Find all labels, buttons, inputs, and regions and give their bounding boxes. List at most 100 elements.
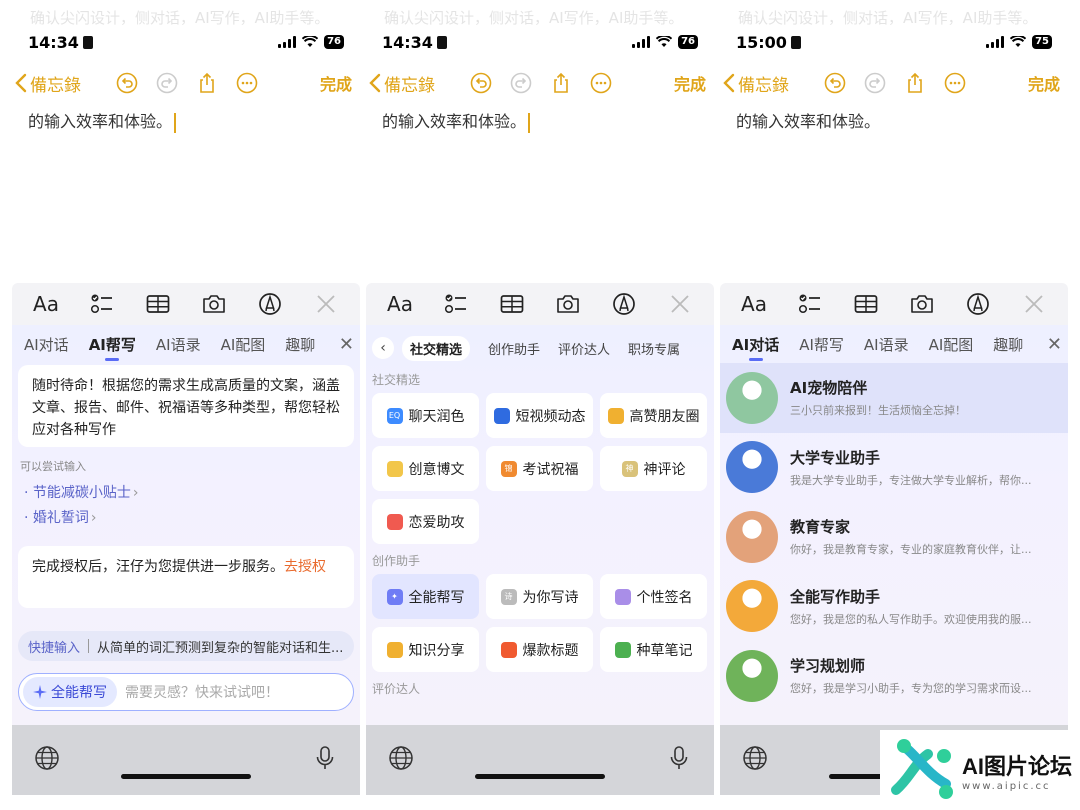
checklist-button[interactable] [441,289,471,319]
quick-input-bar[interactable]: 快捷输入 从简单的词汇预测到复杂的智能对话和生... [18,631,354,661]
more-button[interactable] [589,71,613,95]
markup-button[interactable] [609,289,639,319]
table-button[interactable] [143,289,173,319]
agent-row[interactable]: 大学专业助手 我是大学专业助手，专注做大学专业解析，帮你... [720,433,1068,503]
close-toolbar-button[interactable] [1019,289,1049,319]
tab-ai-chat[interactable]: AI对话 [732,334,779,355]
template-item[interactable]: 爆款标题 [486,627,593,672]
chevron-right-icon: › [132,485,139,501]
mode-chip[interactable]: 全能帮写 [23,677,117,707]
redo-button[interactable] [155,71,179,95]
agent-row[interactable]: 教育专家 你好，我是教育专家，专业的家庭教育伙伴，让... [720,502,1068,572]
template-label: 高赞朋友圈 [629,408,700,425]
template-item[interactable]: 锦考试祝福 [486,446,593,491]
undo-button[interactable] [469,71,493,95]
ai-input-field[interactable]: 全能帮写 需要灵感？快来试试吧！ [18,673,354,711]
agent-name: 全能写作助手 [790,587,881,606]
tab-ai-image[interactable]: AI配图 [221,334,266,355]
camera-button[interactable] [553,289,583,319]
format-button[interactable]: Aa [739,289,769,319]
template-item[interactable]: 种草笔记 [600,627,707,672]
tab-ai-image[interactable]: AI配图 [929,334,974,355]
markup-button[interactable] [255,289,285,319]
checklist-button[interactable] [795,289,825,319]
clock: 15:00 [736,32,787,52]
close-toolbar-button[interactable] [665,289,695,319]
tab-ai-quotes[interactable]: AI语录 [156,334,201,355]
more-button[interactable] [235,71,259,95]
template-item[interactable]: 高赞朋友圈 [600,393,707,438]
tab-creative-assistant[interactable]: 创作助手 [488,339,540,358]
text-cursor [174,112,177,133]
back-button[interactable]: 備忘錄 [722,71,789,96]
share-button[interactable] [549,71,573,95]
note-text[interactable]: 的输入效率和体验。 [382,108,531,133]
note-text[interactable]: 的输入效率和体验。 [28,108,177,133]
format-button[interactable]: Aa [385,289,415,319]
back-button[interactable]: 備忘錄 [368,71,435,96]
template-item[interactable]: 个性签名 [600,574,707,619]
camera-button[interactable] [199,289,229,319]
undo-button[interactable] [115,71,139,95]
redo-icon [510,72,532,94]
back-button[interactable]: 備忘錄 [14,71,81,96]
table-button[interactable] [497,289,527,319]
tab-ai-quotes[interactable]: AI语录 [864,334,909,355]
table-button[interactable] [851,289,881,319]
template-item[interactable]: 知识分享 [372,627,479,672]
redo-button[interactable] [509,71,533,95]
note-text[interactable]: 的输入效率和体验。 [736,108,880,132]
globe-icon[interactable] [742,745,768,771]
phone-screen-templates: 确认尖闪设计，侧对话，AI写作，AI助手等。 14:34 76 備忘錄 完成 的… [366,0,714,810]
template-label: 神评论 [643,461,686,478]
camera-button[interactable] [907,289,937,319]
template-item[interactable]: 创意博文 [372,446,479,491]
auth-link[interactable]: 去授权 [284,559,326,575]
tab-review-expert[interactable]: 评价达人 [558,339,610,358]
microphone-icon[interactable] [312,745,338,771]
faded-note-text: 确认尖闪设计，侧对话，AI写作，AI助手等。 [738,9,1038,27]
agent-description: 你好，我是教育专家，专业的家庭教育伙伴，让... [790,543,1032,557]
tab-ai-chat[interactable]: AI对话 [24,334,69,355]
share-button[interactable] [903,71,927,95]
globe-icon[interactable] [34,745,60,771]
tab-social-picks[interactable]: 社交精选 [402,335,471,361]
category-back-button[interactable]: ‹ [372,337,394,359]
globe-icon[interactable] [388,745,414,771]
tab-workplace[interactable]: 职场专属 [628,339,680,358]
close-panel-icon[interactable]: ✕ [1047,334,1062,355]
share-icon [908,72,922,93]
redo-icon [156,72,178,94]
format-button[interactable]: Aa [31,289,61,319]
more-icon [236,72,258,94]
done-button[interactable]: 完成 [1028,71,1060,95]
done-button[interactable]: 完成 [320,71,352,95]
agent-row[interactable]: 学习规划师 您好，我是学习小助手，专为您的学习需求而设... [720,641,1068,711]
close-panel-icon[interactable]: ✕ [339,334,354,355]
suggestion-item[interactable]: · 婚礼誓词 › [24,507,97,527]
agent-list: AI宠物陪伴 三小只前来报到！生活烦恼全忘掉！ 大学专业助手 我是大学专业助手，专注做… [720,363,1068,711]
tab-fun-chat[interactable]: 趣聊 [285,334,315,355]
tab-ai-write[interactable]: AI帮写 [799,334,844,355]
microphone-icon[interactable] [666,745,692,771]
tab-fun-chat[interactable]: 趣聊 [993,334,1023,355]
template-item[interactable]: ✦ 全能帮写 [372,574,479,619]
done-button[interactable]: 完成 [674,71,706,95]
template-item[interactable]: 诗为你写诗 [486,574,593,619]
undo-button[interactable] [823,71,847,95]
redo-button[interactable] [863,71,887,95]
markup-button[interactable] [963,289,993,319]
share-button[interactable] [195,71,219,95]
suggestion-item[interactable]: · 节能减碳小贴士 › [24,482,139,502]
more-button[interactable] [943,71,967,95]
close-toolbar-button[interactable] [311,289,341,319]
checklist-button[interactable] [87,289,117,319]
template-item[interactable]: 短视频动态 [486,393,593,438]
agent-row[interactable]: 全能写作助手 您好，我是您的私人写作助手。欢迎使用我的服... [720,572,1068,642]
template-sections: 社交精选 EQ 聊天润色 短视频动态 高赞朋友圈 创意博文锦考试祝福神神评论 恋爱助攻 创作助… [366,371,714,702]
template-item[interactable]: 恋爱助攻 [372,499,479,544]
tab-ai-write[interactable]: AI帮写 [89,334,136,355]
template-item[interactable]: EQ 聊天润色 [372,393,479,438]
agent-row[interactable]: AI宠物陪伴 三小只前来报到！生活烦恼全忘掉！ [720,363,1068,433]
template-item[interactable]: 神神评论 [600,446,707,491]
